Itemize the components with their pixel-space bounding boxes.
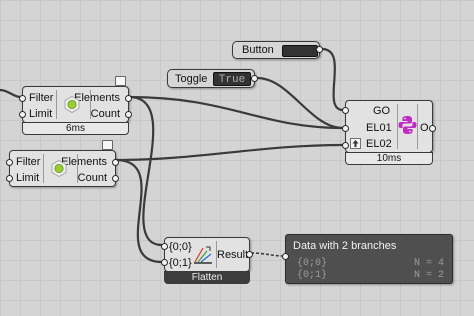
component-name-footer: Flatten — [164, 271, 250, 284]
path-1-input-label: {0;1} — [169, 257, 192, 269]
el01-input-port[interactable] — [342, 125, 349, 132]
button-face[interactable] — [282, 45, 318, 57]
toggle-label: Toggle — [175, 73, 208, 85]
filter-input-label: Filter — [16, 156, 41, 168]
result-output-label: Result — [217, 249, 249, 261]
timing-footer: 6ms — [22, 122, 129, 135]
button-component[interactable]: Button — [232, 41, 323, 59]
branch-count: N = 4 — [413, 258, 444, 269]
wire-elements-2-to-flatten-1 — [114, 158, 164, 264]
panel-row: {0;1} N = 2 — [297, 270, 444, 281]
toggle-output-port[interactable] — [251, 75, 258, 82]
menu-tab[interactable] — [102, 140, 113, 150]
result-output-port[interactable] — [246, 251, 253, 258]
wire-flatten-to-panel — [250, 252, 285, 257]
limit-input-port[interactable] — [6, 175, 13, 182]
panel-title: Data with 2 branches — [293, 240, 397, 252]
el01-input-label: EL01 — [366, 122, 392, 134]
branch-path: {0;1} — [297, 270, 328, 281]
elements-output-port[interactable] — [112, 159, 119, 166]
divider — [77, 154, 78, 183]
panel-input-port[interactable] — [282, 253, 289, 260]
count-output-port[interactable] — [112, 175, 119, 182]
output-port[interactable] — [429, 125, 436, 132]
button-output-port[interactable] — [316, 46, 323, 53]
output-label: O — [420, 122, 429, 134]
button-label: Button — [242, 44, 274, 56]
filter-input-label: Filter — [29, 92, 54, 104]
go-input-label: GO — [373, 105, 391, 117]
count-output-port[interactable] — [125, 111, 132, 118]
go-input-port[interactable] — [342, 107, 349, 114]
filter-component-2[interactable]: Filter Limit Elements Count — [6, 140, 119, 187]
el02-input-label: EL02 — [366, 138, 392, 150]
panel-row: {0;0} N = 4 — [297, 258, 444, 269]
toggle-component[interactable]: Toggle True — [167, 69, 258, 88]
wire-button-to-go — [320, 47, 345, 112]
status-hex-icon — [51, 160, 67, 177]
filter-input-port[interactable] — [19, 95, 26, 102]
toggle-value-box[interactable]: True — [213, 72, 251, 86]
wire-offscreen-to-filter-1 — [0, 88, 22, 99]
limit-input-port[interactable] — [19, 111, 26, 118]
menu-tab[interactable] — [115, 76, 126, 86]
wire-toggle-to-el01 — [255, 76, 345, 130]
flatten-icon — [194, 246, 212, 264]
wire-elements-1-to-el01 — [127, 95, 345, 130]
divider — [417, 104, 418, 149]
status-hex-icon — [64, 96, 80, 113]
path-1-input-port[interactable] — [161, 259, 168, 266]
data-panel[interactable]: Data with 2 branches {0;0} N = 4 {0;1} N… — [282, 234, 453, 284]
elements-output-port[interactable] — [125, 95, 132, 102]
limit-input-label: Limit — [16, 172, 40, 184]
limit-input-label: Limit — [29, 108, 53, 120]
python-logo-icon — [398, 116, 417, 134]
el02-input-port[interactable] — [342, 142, 349, 149]
insert-arrow-icon[interactable] — [350, 138, 361, 149]
filter-component-1[interactable]: Filter Limit Elements Count 6ms — [19, 76, 132, 135]
timing-footer: 10ms — [345, 152, 433, 165]
filter-input-port[interactable] — [6, 159, 13, 166]
count-output-label: Count — [77, 172, 107, 184]
elements-output-label: Elements — [61, 156, 107, 168]
branch-count: N = 2 — [413, 270, 444, 281]
wire-elements-1-to-flatten-0 — [127, 95, 164, 247]
count-output-label: Count — [90, 108, 120, 120]
toggle-value: True — [218, 74, 246, 86]
divider — [90, 90, 91, 119]
divider — [56, 90, 57, 119]
elements-output-label: Elements — [74, 92, 120, 104]
divider — [43, 154, 44, 183]
path-0-input-port[interactable] — [161, 243, 168, 250]
branch-path: {0;0} — [297, 258, 328, 269]
python-script-component[interactable]: GO EL01 EL02 O 10ms — [342, 100, 436, 165]
wire-elements-2-to-el02 — [114, 143, 345, 162]
path-0-input-label: {0;0} — [169, 241, 192, 253]
flatten-component[interactable]: {0;0} {0;1} Result Flatten — [161, 237, 253, 284]
